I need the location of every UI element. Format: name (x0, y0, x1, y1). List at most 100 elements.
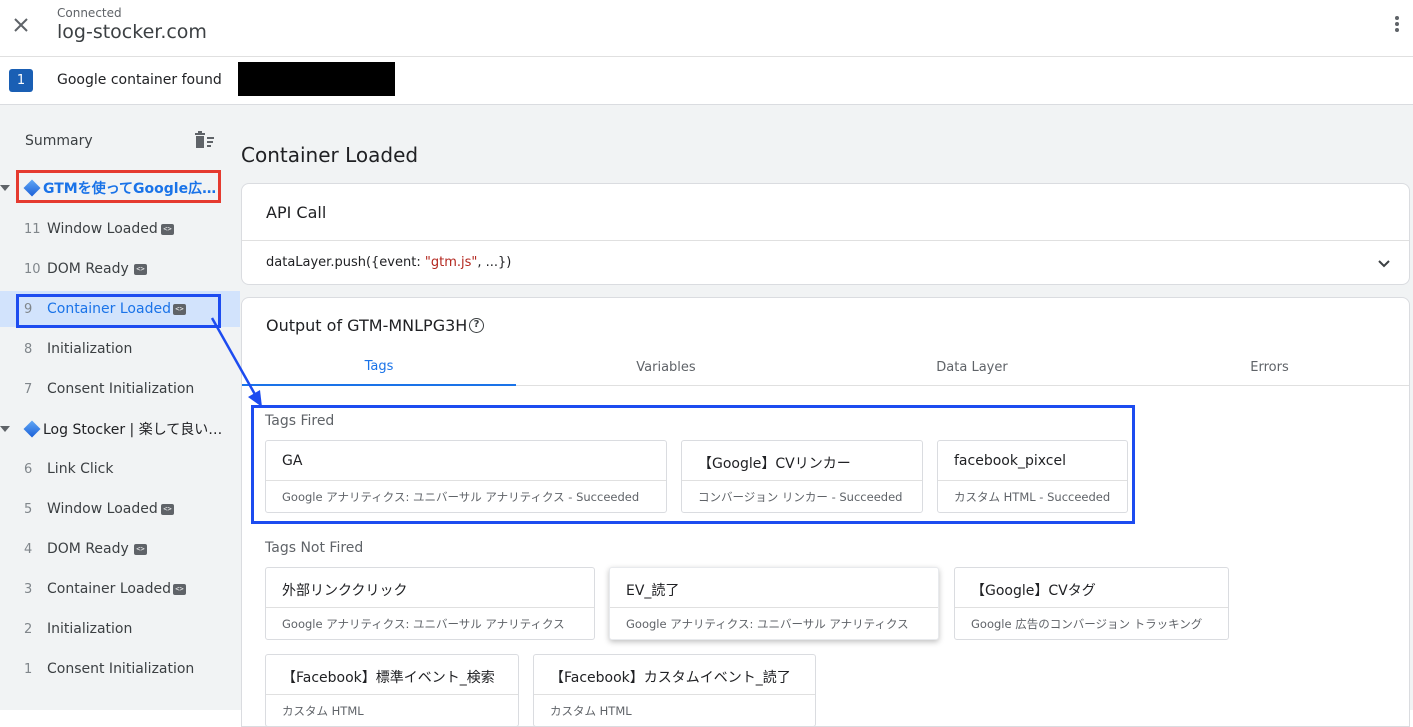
message-group-2[interactable]: Log Stocker | 楽して良い… (0, 414, 240, 444)
tag-name: GA (282, 453, 303, 469)
highlight-box-blue-sidebar (16, 294, 221, 328)
connection-status: Connected (57, 6, 122, 20)
container-found-label: Google container found (57, 72, 222, 88)
divider (938, 480, 1127, 481)
event-number: 11 (24, 221, 41, 237)
sidebar-event-item[interactable]: 3 Container Loaded <> (0, 571, 240, 607)
divider (534, 694, 815, 695)
divider (242, 240, 1409, 241)
output-tabs: Tags Variables Data Layer Errors (242, 348, 1409, 386)
tag-name: 外部リンククリック (282, 583, 408, 599)
connected-domain: log-stocker.com (57, 21, 207, 43)
event-label: DOM Ready (47, 261, 129, 277)
close-icon[interactable] (9, 13, 33, 37)
event-number: 2 (24, 621, 33, 637)
tag-type: カスタム HTML (282, 704, 364, 718)
event-label: Consent Initialization (47, 661, 195, 677)
divider (266, 480, 666, 481)
tag-name: facebook_pixcel (954, 453, 1066, 469)
sidebar-event-item[interactable]: 10 DOM Ready <> (0, 251, 240, 287)
highlight-box-red (16, 170, 221, 203)
code-icon: <> (134, 543, 147, 555)
sidebar-event-item[interactable]: 8 Initialization (0, 331, 240, 367)
tag-type-status: カスタム HTML - Succeeded (954, 490, 1111, 504)
sidebar-event-item[interactable]: 2 Initialization (0, 611, 240, 647)
divider (266, 607, 594, 608)
sidebar: Summary GTMを使ってGoogle広… 11 Window Loaded… (0, 105, 240, 710)
divider (266, 694, 518, 695)
tag-type: カスタム HTML (550, 704, 632, 718)
container-bar: 1 Google container found (0, 57, 1413, 105)
tag-card-not-fired[interactable]: 【Facebook】標準イベント_検索 カスタム HTML (265, 654, 519, 727)
event-label: Link Click (47, 461, 114, 477)
tab-tags[interactable]: Tags (242, 348, 516, 386)
event-number: 8 (24, 341, 33, 357)
tag-card-fired[interactable]: GA Google アナリティクス: ユニバーサル アナリティクス - Succ… (265, 440, 667, 513)
divider (682, 480, 922, 481)
event-label: Initialization (47, 341, 133, 357)
event-label: Consent Initialization (47, 381, 195, 397)
event-label: Container Loaded (47, 581, 171, 597)
sidebar-event-item[interactable]: 1 Consent Initialization (0, 651, 240, 687)
expand-caret-icon[interactable] (0, 426, 10, 432)
divider (955, 607, 1228, 608)
api-call-title: API Call (266, 203, 327, 222)
event-number: 7 (24, 381, 33, 397)
code-icon: <> (161, 503, 174, 515)
tab-errors[interactable]: Errors (1128, 348, 1411, 386)
sidebar-event-item[interactable]: 7 Consent Initialization (0, 371, 240, 407)
event-number: 4 (24, 541, 33, 557)
tag-name: 【Facebook】カスタムイベント_読了 (550, 670, 791, 686)
tag-card-not-fired[interactable]: 外部リンククリック Google アナリティクス: ユニバーサル アナリティクス (265, 567, 595, 640)
delete-sweep-icon[interactable] (194, 131, 216, 151)
tab-data-layer[interactable]: Data Layer (816, 348, 1128, 386)
tag-name: 【Facebook】標準イベント_検索 (282, 670, 495, 686)
summary-title[interactable]: Summary (25, 133, 93, 149)
output-title: Output of GTM-MNLPG3H (266, 316, 468, 335)
sidebar-event-item[interactable]: 5 Window Loaded <> (0, 491, 240, 527)
event-label: Initialization (47, 621, 133, 637)
tag-card-fired[interactable]: facebook_pixcel カスタム HTML - Succeeded (937, 440, 1128, 513)
event-number: 1 (24, 661, 33, 677)
event-number: 5 (24, 501, 33, 517)
tags-not-fired-label: Tags Not Fired (265, 540, 364, 556)
code-icon: <> (134, 263, 147, 275)
app-header: Connected log-stocker.com (0, 0, 1413, 57)
tag-type-status: コンバージョン リンカー - Succeeded (698, 490, 903, 504)
sidebar-event-item[interactable]: 4 DOM Ready <> (0, 531, 240, 567)
event-number: 10 (24, 261, 41, 277)
tag-type: Google 広告のコンバージョン トラッキング (971, 617, 1203, 631)
tag-name: 【Google】CVリンカー (698, 456, 851, 472)
tag-type: Google アナリティクス: ユニバーサル アナリティクス (626, 617, 909, 631)
group-label: Log Stocker | 楽して良い… (43, 422, 223, 438)
more-vert-icon[interactable] (1393, 14, 1401, 36)
code-icon: <> (161, 223, 174, 235)
divider (610, 607, 938, 608)
diamond-icon (23, 420, 41, 438)
redacted-block (238, 62, 395, 96)
event-number: 6 (24, 461, 33, 477)
main-panel: Container Loaded API Call dataLayer.push… (240, 105, 1413, 727)
page-title: Container Loaded (241, 143, 419, 167)
tag-type-status: Google アナリティクス: ユニバーサル アナリティクス - Succeed… (282, 490, 640, 504)
tag-card-fired[interactable]: 【Google】CVリンカー コンバージョン リンカー - Succeeded (681, 440, 923, 513)
tag-card-not-fired[interactable]: EV_読了 Google アナリティクス: ユニバーサル アナリティクス (609, 567, 939, 640)
help-icon[interactable]: ? (469, 318, 484, 333)
event-label: Window Loaded (47, 221, 158, 237)
sidebar-event-item[interactable]: 6 Link Click (0, 451, 240, 487)
tag-card-not-fired[interactable]: 【Google】CVタグ Google 広告のコンバージョン トラッキング (954, 567, 1229, 640)
tab-variables[interactable]: Variables (516, 348, 816, 386)
code-icon: <> (173, 583, 186, 595)
api-call-code[interactable]: dataLayer.push({event: "gtm.js", ...}) (266, 255, 511, 270)
tag-name: 【Google】CVタグ (971, 583, 1096, 599)
chevron-down-icon[interactable] (1377, 256, 1391, 270)
event-number: 3 (24, 581, 33, 597)
event-label: DOM Ready (47, 541, 129, 557)
sidebar-event-item[interactable]: 11 Window Loaded <> (0, 211, 240, 247)
tag-card-not-fired[interactable]: 【Facebook】カスタムイベント_読了 カスタム HTML (533, 654, 816, 727)
tag-name: EV_読了 (626, 583, 680, 599)
expand-caret-icon[interactable] (0, 185, 10, 191)
container-count-badge[interactable]: 1 (9, 69, 33, 92)
event-label: Window Loaded (47, 501, 158, 517)
api-call-card: API Call dataLayer.push({event: "gtm.js"… (241, 183, 1410, 285)
